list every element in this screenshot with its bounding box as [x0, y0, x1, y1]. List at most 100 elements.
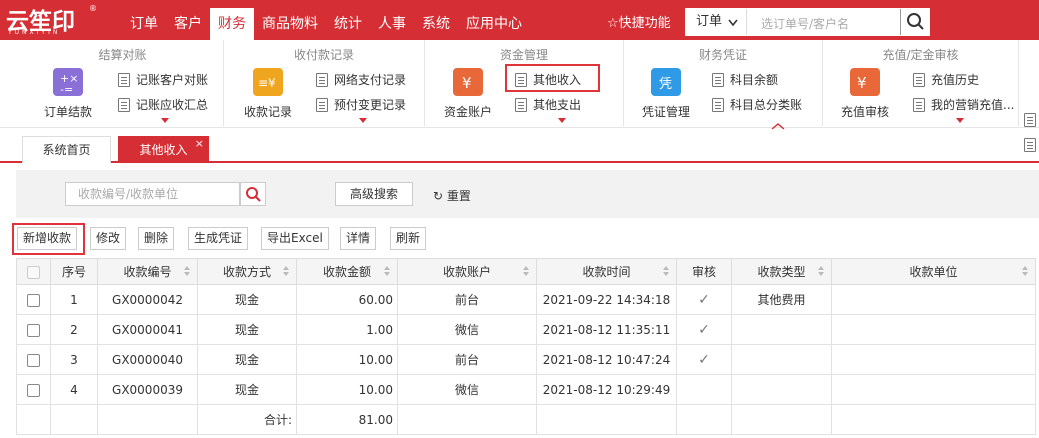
expand-arrow-icon[interactable]: [558, 118, 566, 123]
nav-customer[interactable]: 客户: [166, 8, 210, 40]
search-type-select[interactable]: 订单: [686, 9, 747, 35]
calculator-icon: +× -=: [53, 68, 83, 96]
col-header-amount[interactable]: 收款金额: [296, 258, 398, 285]
recharge-icon: ¥: [850, 68, 880, 96]
group-settle: 结算对账 +× -= 订单结款 记账客户对账 记账应收汇总: [22, 40, 224, 126]
logo-registered-mark: ®: [89, 4, 97, 13]
col-header-time-label: 收款时间: [582, 265, 631, 279]
col-header-method[interactable]: 收款方式: [197, 258, 297, 285]
more-items-icon[interactable]: [1022, 110, 1038, 130]
select-all-checkbox[interactable]: [27, 265, 40, 279]
nav-products[interactable]: 商品物料: [254, 8, 326, 40]
top-search-placeholder[interactable]: 选订单号/客户名: [761, 15, 849, 32]
general-ledger-button[interactable]: 科目总分类账: [710, 95, 802, 115]
document-icon: [913, 73, 925, 87]
document-icon: [1024, 113, 1036, 127]
highlight-box: [505, 64, 600, 92]
customer-reconcile-button[interactable]: 记账客户对账: [116, 70, 208, 90]
col-header-code[interactable]: 收款编号: [97, 258, 198, 285]
sort-icon[interactable]: [283, 266, 290, 278]
table-row[interactable]: 2 GX0000041 现金 1.00 微信 2021-08-12 11:35:…: [16, 314, 1036, 345]
quick-functions[interactable]: ☆快捷功能: [607, 12, 671, 31]
cell-unit: [831, 344, 1036, 375]
cell-method: 现金: [197, 344, 297, 375]
app-logo[interactable]: 云笙印 ® YUNXIYIN: [6, 4, 98, 36]
col-header-time[interactable]: 收款时间: [536, 258, 677, 285]
table-row[interactable]: 3 GX0000040 现金 10.00 前台 2021-08-12 10:47…: [16, 344, 1036, 375]
sort-icon[interactable]: [818, 266, 825, 278]
refresh-button[interactable]: 刷新: [390, 227, 427, 250]
cell-unit: [831, 374, 1036, 405]
select-all-cell[interactable]: [16, 258, 51, 285]
search-input[interactable]: 收款编号/收款单位: [65, 182, 240, 206]
edit-button[interactable]: 修改: [90, 227, 127, 250]
check-icon: ✓: [676, 284, 732, 315]
receipt-records-button[interactable]: ≡¥ 收款记录: [236, 64, 300, 124]
document-icon: [316, 98, 328, 112]
toolbar: 新增收款 修改 删除 生成凭证 导出Excel 详情 刷新: [12, 218, 1039, 258]
cell-time: 2021-08-12 11:35:11: [536, 314, 677, 345]
table-row[interactable]: 1 GX0000042 现金 60.00 前台 2021-09-22 14:34…: [16, 284, 1036, 315]
svg-text:-=: -=: [60, 83, 73, 96]
col-header-method-label: 收款方式: [222, 265, 271, 279]
table-row[interactable]: 4 GX0000039 现金 10.00 微信 2021-08-12 10:29…: [16, 374, 1036, 405]
document-icon: [913, 98, 925, 112]
cell-method: 现金: [197, 314, 297, 345]
top-search-button[interactable]: [900, 9, 929, 35]
group-title: 资金管理: [499, 48, 548, 62]
expand-arrow-icon[interactable]: [161, 118, 169, 123]
tab-other-income[interactable]: 其他收入 ×: [118, 136, 209, 163]
prepay-change-button[interactable]: 预付变更记录: [314, 95, 406, 115]
search-type-value: 订单: [696, 14, 723, 29]
row-checkbox[interactable]: [27, 323, 40, 337]
recharge-audit-button[interactable]: ¥ 充值审核: [833, 64, 897, 124]
order-payment-button[interactable]: +× -= 订单结款: [36, 64, 100, 124]
export-excel-button[interactable]: 导出Excel: [261, 227, 329, 250]
sort-icon[interactable]: [1022, 266, 1029, 278]
advanced-search-button[interactable]: 高级搜索: [335, 182, 413, 206]
row-checkbox[interactable]: [27, 293, 40, 307]
cell-amount: 10.00: [296, 374, 398, 405]
search-button[interactable]: [240, 182, 266, 206]
reset-button[interactable]: ↻ 重置: [433, 187, 471, 204]
expand-arrow-icon[interactable]: [956, 118, 964, 123]
sort-icon[interactable]: [384, 266, 391, 278]
other-expense-button[interactable]: 其他支出: [513, 95, 581, 115]
cell-code: GX0000042: [97, 284, 198, 315]
generate-voucher-button[interactable]: 生成凭证: [188, 227, 249, 250]
nav-order[interactable]: 订单: [122, 8, 166, 40]
cell-type: 其他费用: [731, 284, 832, 315]
collapse-ribbon-icon[interactable]: [768, 122, 788, 130]
marketing-recharge-button[interactable]: 我的营销充值...: [911, 95, 1014, 115]
nav-finance[interactable]: 财务: [210, 8, 254, 40]
sort-icon[interactable]: [663, 266, 670, 278]
online-payment-button[interactable]: 网络支付记录: [314, 70, 406, 90]
cell-no: 4: [50, 374, 98, 405]
recharge-history-button[interactable]: 充值历史: [911, 70, 979, 90]
delete-button[interactable]: 删除: [138, 227, 175, 250]
nav-statistics[interactable]: 统计: [326, 8, 370, 40]
nav-system[interactable]: 系统: [414, 8, 458, 40]
sort-icon[interactable]: [184, 266, 191, 278]
col-header-type[interactable]: 收款类型: [731, 258, 832, 285]
detail-button[interactable]: 详情: [340, 227, 377, 250]
close-icon[interactable]: ×: [195, 131, 204, 157]
tab-home[interactable]: 系统首页: [22, 136, 111, 163]
sort-icon[interactable]: [523, 266, 530, 278]
cell-amount: 10.00: [296, 344, 398, 375]
col-header-account[interactable]: 收款账户: [397, 258, 537, 285]
quick-functions-label: 快捷功能: [618, 16, 671, 31]
col-header-unit[interactable]: 收款单位: [831, 258, 1036, 285]
account-balance-button[interactable]: 科目余额: [710, 70, 778, 90]
nav-hr[interactable]: 人事: [370, 8, 414, 40]
fund-account-button[interactable]: ¥ 资金账户: [436, 64, 500, 124]
row-checkbox[interactable]: [27, 353, 40, 367]
online-payment-label: 网络支付记录: [334, 73, 407, 87]
receivable-summary-button[interactable]: 记账应收汇总: [116, 95, 208, 115]
nav-app-center[interactable]: 应用中心: [458, 8, 530, 40]
expand-arrow-icon[interactable]: [359, 118, 367, 123]
voucher-management-button[interactable]: 凭 凭证管理: [634, 64, 698, 124]
document-icon: [118, 98, 130, 112]
voucher-icon: 凭: [651, 68, 681, 96]
row-checkbox[interactable]: [27, 383, 40, 397]
